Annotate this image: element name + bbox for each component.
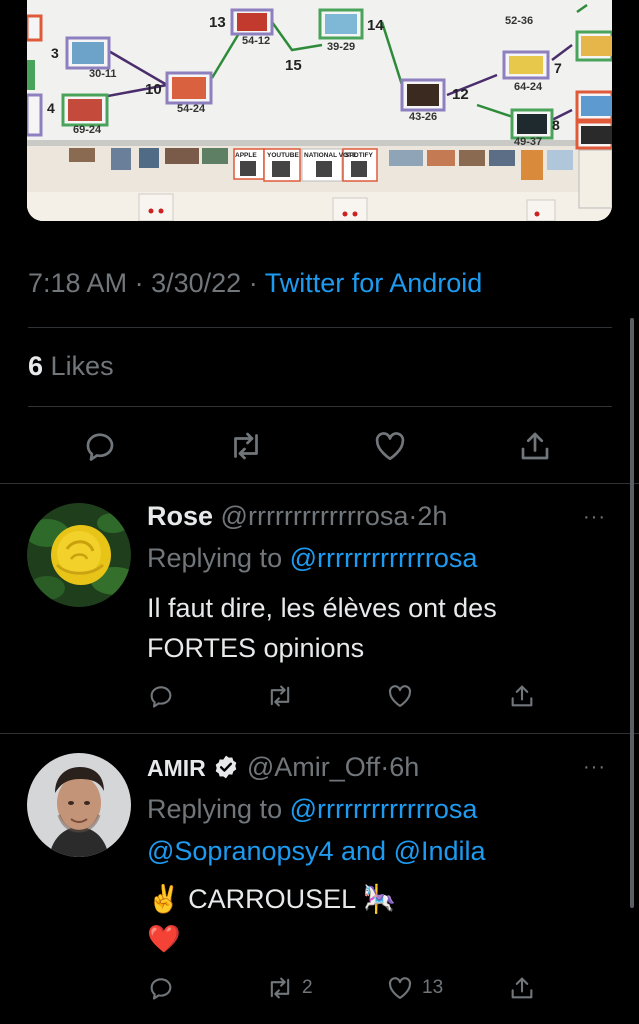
avatar[interactable] (27, 753, 131, 857)
reply-text: Il faut dire, les élèves ont des FORTES … (147, 588, 497, 668)
reply-button[interactable] (147, 682, 175, 710)
tweet-source-link[interactable]: Twitter for Android (265, 268, 483, 298)
reply-header: Rose @rrrrrrrrrrrrrosa·2h (147, 501, 447, 532)
reply-button[interactable] (147, 974, 175, 1002)
meta-separator: · (380, 752, 390, 782)
share-button[interactable] (508, 682, 536, 710)
bracket-score: 54-24 (177, 103, 206, 115)
qr-label: SPOTIFY (345, 152, 373, 159)
tweet-date: 3/30/22 (151, 268, 242, 298)
bracket-number: 4 (47, 100, 55, 116)
bracket-score: 43-26 (409, 111, 437, 123)
share-button[interactable] (508, 974, 536, 1002)
reply-text-line: Il faut dire, les élèves ont des (147, 593, 497, 623)
qr-label: YOUTUBE (267, 152, 299, 159)
replying-to: Replying to @rrrrrrrrrrrrrosa (147, 794, 477, 825)
replying-prefix: Replying to (147, 543, 283, 573)
mention-link[interactable]: @rrrrrrrrrrrrrosa (290, 543, 478, 573)
share-icon[interactable] (517, 428, 553, 464)
bracket-score: 69-24 (73, 124, 102, 136)
reply-text-line: ✌️ CARROUSEL 🎠 (147, 884, 397, 914)
like-icon (386, 974, 414, 1002)
like-button[interactable]: 13 (386, 974, 443, 1002)
retweet-icon (266, 682, 294, 710)
likes-summary[interactable]: 6 Likes (28, 351, 114, 382)
bracket-score: 30-11 (89, 68, 117, 80)
bracket-number: 13 (209, 14, 226, 31)
meta-separator: · (134, 268, 144, 298)
reply-text-line: FORTES opinions (147, 633, 365, 663)
bracket-number: 12 (452, 86, 469, 103)
reply-text: ✌️ CARROUSEL 🎠 ❤️ (147, 879, 396, 959)
bracket-number: 8 (552, 117, 560, 133)
meta-separator: · (248, 268, 258, 298)
mention-link[interactable]: @Sopranopsy4 and @Indila (147, 836, 486, 866)
bracket-number: 7 (554, 60, 562, 76)
reply-icon[interactable] (82, 428, 118, 464)
share-icon (508, 974, 536, 1002)
retweet-count: 2 (302, 977, 313, 998)
share-icon (508, 682, 536, 710)
bracket-number: 10 (145, 81, 162, 98)
display-name[interactable]: Rose (147, 501, 213, 531)
bracket-score: 39-29 (327, 41, 355, 53)
bracket-number: 14 (367, 17, 384, 34)
replying-prefix: Replying to (147, 794, 283, 824)
retweet-button[interactable] (266, 682, 302, 710)
tweet-meta: 7:18 AM · 3/30/22 · Twitter for Android (28, 268, 482, 299)
replying-to-more: @Sopranopsy4 and @Indila (147, 836, 486, 867)
like-button[interactable] (386, 682, 422, 710)
bracket-number: 15 (285, 57, 302, 74)
more-icon[interactable]: ··· (583, 506, 606, 529)
bracket-score: 64-24 (514, 81, 543, 93)
avatar[interactable] (27, 503, 131, 607)
more-icon[interactable]: ··· (583, 756, 606, 779)
divider (28, 327, 612, 328)
mention-link[interactable]: @rrrrrrrrrrrrrosa (290, 794, 478, 824)
like-icon[interactable] (372, 428, 408, 464)
reply-time: 6h (389, 752, 420, 782)
yellow-rose-avatar (27, 503, 131, 607)
user-handle[interactable]: @rrrrrrrrrrrrrosa (221, 501, 409, 531)
scrollbar[interactable] (630, 318, 634, 908)
verified-icon (213, 754, 239, 780)
divider (0, 483, 639, 484)
bracket-score: 54-12 (242, 35, 270, 47)
likes-label: Likes (50, 351, 114, 381)
display-name[interactable]: AMIR (147, 755, 206, 781)
tweet-photo[interactable]: 13 14 15 10 12 3 4 7 8 54-12 39-29 52-36… (27, 0, 612, 221)
reply-header: AMIR @Amir_Off·6h (147, 752, 419, 783)
reply-icon (147, 682, 175, 710)
likes-count: 6 (28, 351, 44, 381)
replying-to: Replying to @rrrrrrrrrrrrrosa (147, 543, 477, 574)
retweet-button[interactable]: 2 (266, 974, 313, 1002)
bracket-score: 49-37 (514, 136, 542, 148)
user-handle[interactable]: @Amir_Off (247, 752, 380, 782)
qr-label: APPLE (235, 152, 257, 159)
divider (28, 406, 612, 407)
divider (0, 733, 639, 734)
bracket-board-image: 13 14 15 10 12 3 4 7 8 54-12 39-29 52-36… (27, 0, 612, 221)
retweet-icon (266, 974, 294, 1002)
like-icon (386, 682, 414, 710)
reply-text-line: ❤️ (147, 924, 181, 954)
like-count: 13 (422, 977, 444, 998)
reply-time: 2h (417, 501, 448, 531)
tweet-time: 7:18 AM (28, 268, 128, 298)
man-portrait-avatar (27, 753, 131, 857)
retweet-icon[interactable] (228, 428, 264, 464)
reply-icon (147, 974, 175, 1002)
bracket-number: 3 (51, 45, 59, 61)
bracket-score: 52-36 (505, 15, 533, 27)
